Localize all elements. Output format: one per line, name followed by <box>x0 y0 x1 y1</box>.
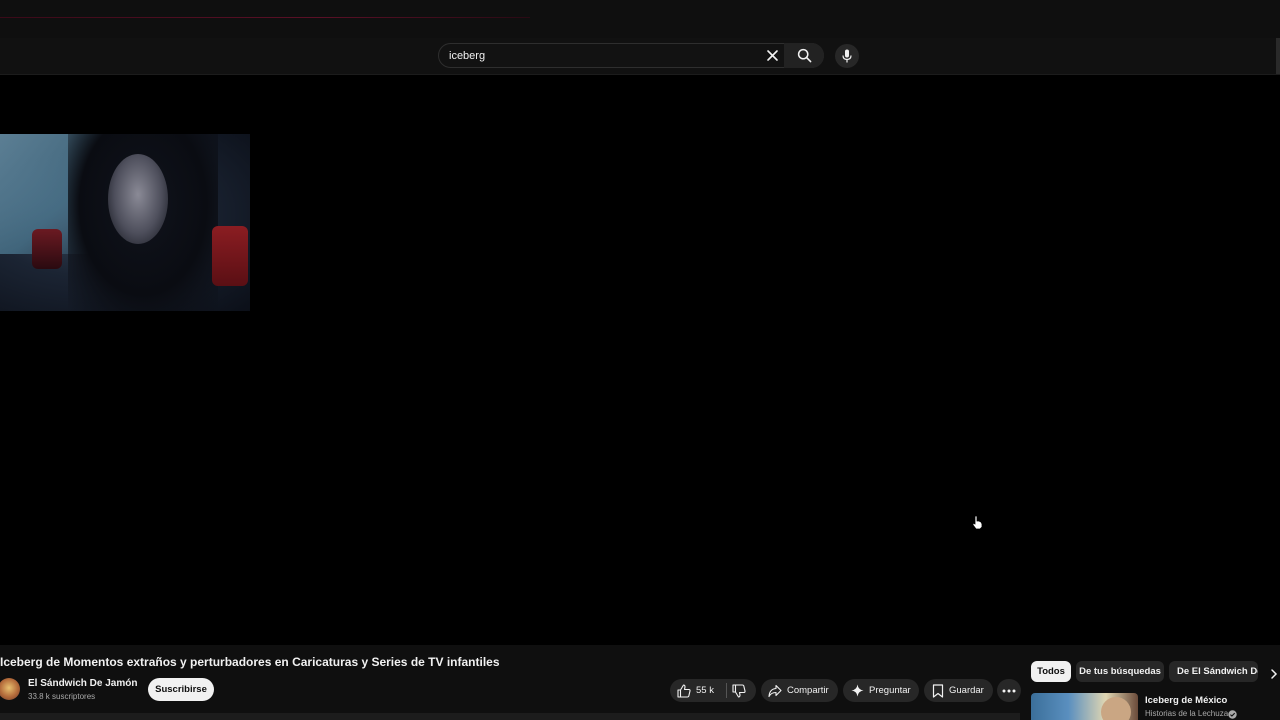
recommendation-thumbnail[interactable] <box>1031 693 1138 720</box>
more-icon <box>1002 689 1016 693</box>
save-label: Guardar <box>949 685 984 696</box>
clear-icon[interactable] <box>764 47 781 64</box>
chip-de-tus-busquedas[interactable]: De tus búsquedas <box>1076 661 1164 682</box>
comments-preview-bar <box>0 713 1020 720</box>
chip-de-el-sandwich[interactable]: De El Sándwich De Jamón <box>1169 661 1258 682</box>
loading-bar <box>0 17 530 18</box>
ask-label: Preguntar <box>869 685 911 696</box>
share-button[interactable]: Compartir <box>761 679 838 702</box>
more-actions-button[interactable] <box>997 679 1021 702</box>
share-icon <box>768 684 782 698</box>
like-button[interactable]: 55 k <box>670 679 726 702</box>
voice-search-button[interactable] <box>835 44 859 68</box>
top-strip <box>0 0 1280 38</box>
subscribe-button[interactable]: Suscribirse <box>148 678 214 701</box>
bookmark-icon <box>932 684 944 698</box>
save-button[interactable]: Guardar <box>924 679 993 702</box>
webcam-face <box>108 154 168 244</box>
webcam-chair-right <box>212 226 248 286</box>
scrollbar[interactable] <box>1276 38 1280 74</box>
search-input[interactable] <box>449 47 749 64</box>
video-title: Iceberg de Momentos extraños y perturbad… <box>0 655 500 669</box>
like-dislike-group: 55 k <box>670 679 756 702</box>
search-icon <box>797 48 812 63</box>
ask-button[interactable]: Preguntar <box>843 679 919 702</box>
chevron-right-icon[interactable] <box>1268 666 1280 682</box>
search-button[interactable] <box>784 43 824 68</box>
thumbnail-figure <box>1101 697 1131 720</box>
like-icon <box>677 684 691 698</box>
recommendation-title[interactable]: Iceberg de México <box>1145 695 1227 706</box>
webcam-chair-left <box>32 229 62 269</box>
subscriber-count: 33.8 k suscriptores <box>28 692 96 701</box>
like-count: 55 k <box>696 685 714 696</box>
channel-name[interactable]: El Sándwich De Jamón <box>28 678 137 689</box>
share-label: Compartir <box>787 685 829 696</box>
verified-icon <box>1228 710 1237 719</box>
dislike-icon <box>732 684 746 698</box>
mic-icon <box>842 49 852 63</box>
sparkle-icon <box>851 684 864 697</box>
cursor-icon <box>972 515 983 530</box>
webcam-overlay <box>0 134 250 311</box>
dislike-button[interactable] <box>727 679 756 702</box>
recommendation-channel[interactable]: Historias de la Lechuza <box>1145 709 1228 718</box>
chip-todos[interactable]: Todos <box>1031 661 1071 682</box>
